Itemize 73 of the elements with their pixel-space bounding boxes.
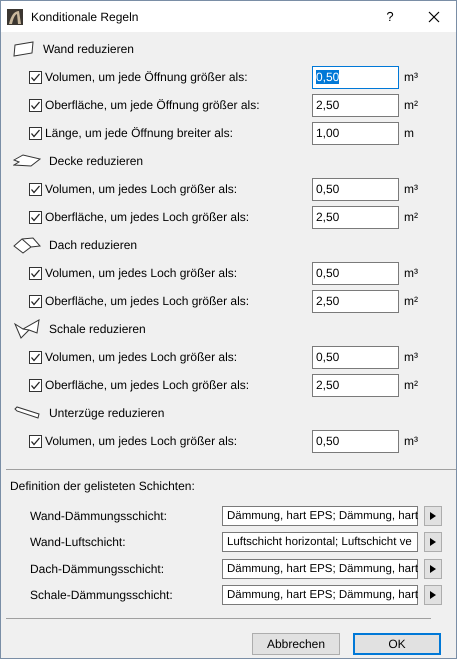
- checkbox[interactable]: [29, 210, 42, 224]
- field-label: Dach-Dämmungsschicht:: [30, 562, 166, 576]
- input-field[interactable]: 0,50: [312, 430, 399, 452]
- checkbox[interactable]: [29, 182, 42, 196]
- checkbox-label[interactable]: Volumen, um jedes Loch größer als:: [45, 266, 312, 280]
- triangle-icon: [430, 538, 436, 546]
- input-field[interactable]: 0,50: [312, 346, 399, 368]
- wall-icon: [13, 41, 35, 57]
- close-icon: [428, 10, 440, 22]
- expand-button[interactable]: [424, 558, 442, 579]
- field-label: Wand-Dämmungsschicht:: [30, 509, 168, 524]
- input-field[interactable]: 2,50: [312, 290, 399, 312]
- section-heading: Decke reduzieren: [49, 154, 144, 168]
- checkbox-label[interactable]: Oberfläche, um jedes Loch größer als:: [45, 294, 312, 308]
- input-field[interactable]: Luftschicht horizontal; Luftschicht ve: [222, 532, 418, 552]
- input-field[interactable]: 0,50: [312, 262, 399, 284]
- triangle-icon: [430, 564, 436, 573]
- unit-label: m: [404, 126, 414, 140]
- field-label: Schale-Dämmungsschicht:: [30, 588, 174, 602]
- checkbox-label[interactable]: Volumen, um jedes Loch größer als:: [45, 434, 312, 448]
- checkbox-label[interactable]: Volumen, um jedes Loch größer als:: [45, 350, 312, 364]
- window-title: Konditionale Regeln: [31, 10, 140, 24]
- unit-label: m²: [404, 98, 418, 112]
- input-field[interactable]: Dämmung, hart EPS; Dämmung, hart: [222, 506, 418, 526]
- section-heading: Wand reduzieren: [43, 42, 134, 56]
- checkbox-label[interactable]: Volumen, um jedes Loch größer als:: [45, 182, 312, 196]
- input-field[interactable]: 2,50: [312, 206, 399, 228]
- unit-label: m²: [404, 378, 418, 392]
- input-field[interactable]: 0,50: [312, 178, 399, 200]
- checkbox[interactable]: [29, 70, 42, 84]
- checkbox[interactable]: [29, 294, 42, 308]
- unit-label: m²: [404, 294, 418, 308]
- app-icon: [7, 8, 23, 24]
- checkbox-label[interactable]: Oberfläche, um jedes Loch größer als:: [45, 378, 312, 392]
- unit-label: m³: [404, 434, 418, 448]
- checkbox-label[interactable]: Länge, um jede Öffnung breiter als:: [45, 126, 312, 140]
- checkbox[interactable]: [29, 378, 42, 392]
- checkbox[interactable]: [29, 98, 42, 112]
- checkbox[interactable]: [29, 266, 42, 280]
- help-button[interactable]: ?: [368, 1, 412, 32]
- input-field[interactable]: 2,50: [312, 94, 399, 116]
- unit-label: m³: [404, 182, 418, 196]
- checkbox[interactable]: [29, 350, 42, 364]
- checkbox[interactable]: [29, 126, 42, 140]
- ok-button[interactable]: OK: [353, 633, 441, 656]
- input-field[interactable]: 2,50: [312, 374, 399, 396]
- unit-label: m²: [404, 210, 418, 224]
- unit-label: m³: [404, 350, 418, 364]
- checkbox-label[interactable]: Oberfläche, um jedes Loch größer als:: [45, 210, 312, 224]
- expand-button[interactable]: [424, 506, 442, 526]
- field-label: Wand-Luftschicht:: [30, 535, 127, 550]
- beam-icon: [13, 406, 41, 420]
- shell-icon: [13, 319, 41, 339]
- input-field[interactable]: 0,50: [312, 66, 399, 88]
- section-heading: Schale reduzieren: [49, 322, 146, 336]
- expand-button[interactable]: [424, 585, 442, 606]
- checkbox[interactable]: [29, 434, 42, 448]
- cancel-button[interactable]: Abbrechen: [252, 633, 340, 656]
- unit-label: m³: [404, 266, 418, 280]
- checkbox-label[interactable]: Volumen, um jede Öffnung größer als:: [45, 70, 312, 84]
- input-field[interactable]: 1,00: [312, 122, 399, 144]
- unit-label: m³: [404, 70, 418, 84]
- section-heading: Dach reduzieren: [49, 238, 138, 252]
- input-field[interactable]: Dämmung, hart EPS; Dämmung, hart: [222, 558, 418, 579]
- input-field[interactable]: Dämmung, hart EPS; Dämmung, hart: [222, 585, 418, 606]
- slab-icon: [13, 154, 41, 168]
- section-heading: Unterzüge reduzieren: [49, 406, 164, 420]
- triangle-icon: [430, 591, 436, 600]
- group-heading: Definition der gelisteten Schichten:: [10, 479, 196, 493]
- triangle-icon: [430, 512, 436, 520]
- checkbox-label[interactable]: Oberfläche, um jede Öffnung größer als:: [45, 98, 312, 112]
- expand-button[interactable]: [424, 532, 442, 552]
- roof-icon: [13, 236, 41, 254]
